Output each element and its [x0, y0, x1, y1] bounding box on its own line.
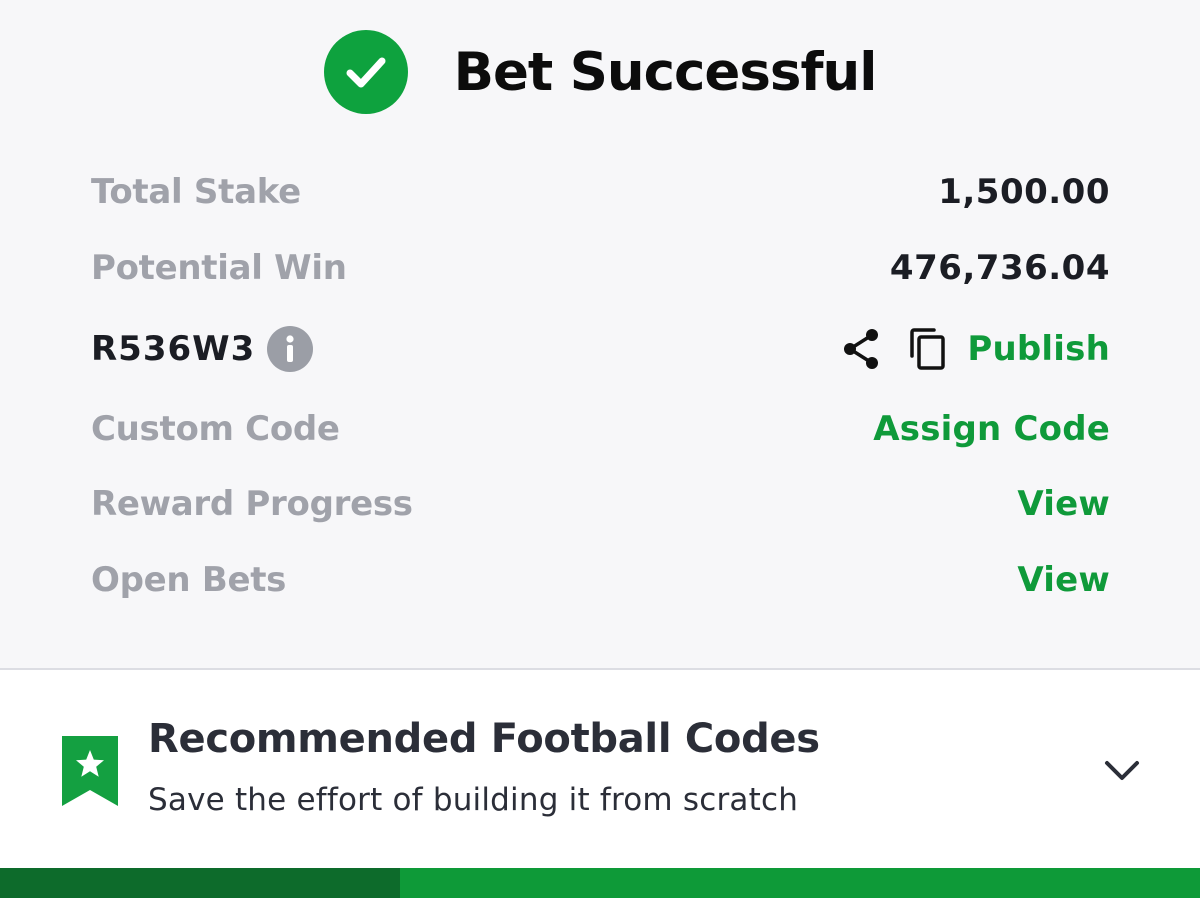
recommended-subtitle: Save the effort of building it from scra…: [148, 782, 799, 818]
header: Bet Successful: [0, 22, 1200, 122]
page-title: Bet Successful: [453, 41, 878, 103]
chevron-down-icon[interactable]: [1100, 748, 1144, 792]
reward-progress-label: Reward Progress: [91, 484, 413, 524]
open-bets-row: Open Bets View: [91, 550, 1110, 610]
potential-win-label: Potential Win: [91, 248, 347, 288]
open-bets-view-link[interactable]: View: [1017, 560, 1110, 600]
booking-code-actions: Publish: [839, 326, 1110, 372]
publish-link[interactable]: Publish: [967, 329, 1110, 369]
bookmark-star-icon: [62, 736, 118, 806]
recommended-codes-section[interactable]: [0, 670, 1200, 868]
check-circle-icon: [323, 30, 408, 114]
custom-code-row: Custom Code Assign Code: [91, 399, 1110, 459]
reward-progress-view-link[interactable]: View: [1017, 484, 1110, 524]
booking-code-row: R536W3 Publish: [91, 319, 1110, 379]
reward-progress-row: Reward Progress View: [91, 474, 1110, 534]
copy-icon[interactable]: [907, 326, 949, 372]
potential-win-row: Potential Win 476,736.04: [91, 238, 1110, 298]
bet-success-screen: Bet Successful Total Stake 1,500.00 Pote…: [0, 0, 1200, 898]
total-stake-row: Total Stake 1,500.00: [91, 162, 1110, 222]
booking-code-group: R536W3: [91, 326, 314, 372]
total-stake-value: 1,500.00: [938, 172, 1110, 212]
open-bets-label: Open Bets: [91, 560, 287, 600]
assign-code-link[interactable]: Assign Code: [873, 409, 1110, 449]
recommended-title: Recommended Football Codes: [148, 716, 820, 762]
potential-win-value: 476,736.04: [889, 248, 1110, 288]
booking-code: R536W3: [91, 329, 256, 369]
bottom-bar-right[interactable]: [400, 868, 1200, 898]
share-icon[interactable]: [839, 326, 883, 372]
bottom-bar-left[interactable]: [0, 868, 400, 898]
info-icon[interactable]: [267, 326, 314, 372]
total-stake-label: Total Stake: [91, 172, 301, 212]
custom-code-label: Custom Code: [91, 409, 340, 449]
bottom-action-bar: [0, 868, 1200, 898]
